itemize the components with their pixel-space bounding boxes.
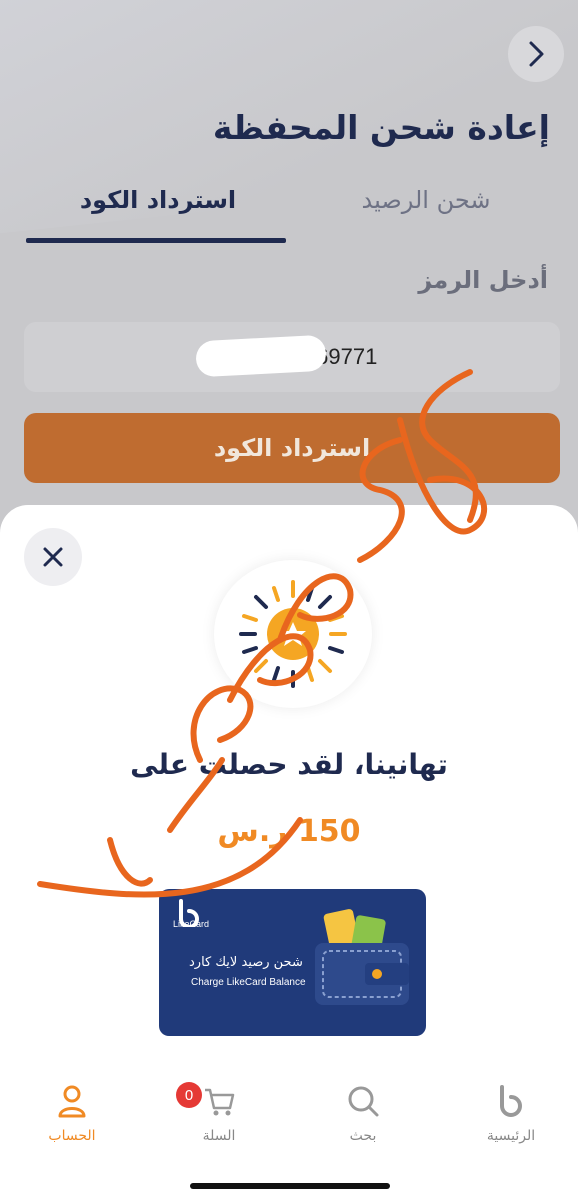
card-label-arabic: شحن رصيد لايك كارد [189,955,303,970]
tab-recharge-balance[interactable]: شحن الرصيد [296,186,556,214]
redeem-code-button[interactable]: استرداد الكود [24,413,560,483]
cart-icon [205,1088,235,1116]
sun-star-icon [239,580,347,688]
home-indicator [190,1183,390,1189]
screen: إعادة شحن المحفظة استرداد الكود شحن الرص… [0,0,578,1200]
home-logo-icon [500,1085,523,1117]
wallet-icon [315,909,409,1005]
page-title: إعادة شحن المحفظة [212,108,550,147]
code-label: أدخل الرمز [418,266,548,294]
card-label-english: Charge LikeCard Balance [191,977,306,988]
congrats-message: تهانينا، لقد حصلت على [130,748,448,781]
nav-search[interactable]: بحث [318,1084,408,1144]
chevron-right-icon [529,41,544,67]
close-button[interactable] [24,528,82,586]
search-icon [348,1086,379,1117]
likecard-balance-card: LikeCard شحن رصيد لايك كارد Charge LikeC… [159,889,426,1036]
active-tab-indicator [26,238,286,243]
close-icon [43,547,63,567]
nav-search-label: بحث [349,1128,377,1144]
redaction-mark [195,334,327,378]
nav-account[interactable]: الحساب [27,1084,117,1144]
illustration-circle [214,560,372,708]
nav-home[interactable]: الرئيسية [466,1084,556,1144]
card-brand: LikeCard [173,919,210,929]
back-button[interactable] [508,26,564,82]
cart-count-badge: 0 [176,1082,202,1108]
nav-home-label: الرئيسية [486,1128,536,1144]
nav-account-label: الحساب [48,1128,96,1144]
user-icon [58,1085,86,1118]
reward-amount: 150 ر.س [217,814,361,849]
tab-redeem-code[interactable]: استرداد الكود [28,186,288,214]
nav-cart-label: السلة [202,1128,236,1144]
